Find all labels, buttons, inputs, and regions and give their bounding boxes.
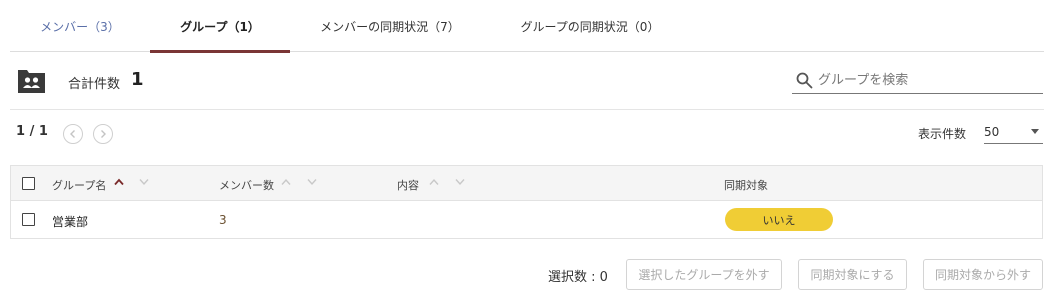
cell-member-count: 3: [219, 213, 227, 227]
header-member-count[interactable]: メンバー数: [219, 177, 274, 193]
dropdown-caret-icon: [1031, 129, 1039, 134]
sort-descending-icon[interactable]: [455, 178, 465, 186]
sort-ascending-icon[interactable]: [429, 178, 439, 186]
tab-group-sync-status[interactable]: グループの同期状況（0）: [490, 0, 690, 52]
per-page-select[interactable]: 50: [984, 120, 1043, 144]
sort-ascending-icon[interactable]: [114, 178, 124, 186]
tab-bar: メンバー（3） グループ（1） メンバーの同期状況（7） グループの同期状況（0…: [10, 0, 1044, 53]
select-all-checkbox[interactable]: [22, 177, 35, 190]
chevron-right-icon: [101, 130, 106, 138]
header-group-name[interactable]: グループ名: [52, 177, 106, 193]
selected-count: 選択数 : 0: [548, 270, 608, 285]
chevron-left-icon: [70, 130, 75, 138]
search-icon: [796, 72, 813, 89]
per-page-value: 50: [984, 124, 1000, 139]
per-page-label: 表示件数: [918, 127, 967, 141]
group-folder-icon: [18, 70, 45, 93]
tab-groups[interactable]: グループ（1）: [150, 0, 290, 53]
page-indicator: 1 / 1: [16, 124, 48, 139]
sync-status-badge: いいえ: [725, 208, 833, 231]
summary-bar: 合計件数 1: [10, 52, 1044, 110]
row-checkbox[interactable]: [22, 213, 35, 226]
sort-ascending-icon[interactable]: [281, 178, 291, 186]
remove-selected-groups-button[interactable]: 選択したグループを外す: [626, 259, 782, 290]
sort-descending-icon[interactable]: [307, 178, 317, 186]
header-content[interactable]: 内容: [397, 177, 419, 193]
group-search-input[interactable]: [818, 69, 1038, 91]
total-count-label: 合計件数: [68, 77, 121, 92]
group-table: グループ名 メンバー数 内容 同期対象 営業部 3 いいえ: [10, 165, 1043, 239]
tab-members[interactable]: メンバー（3）: [10, 0, 150, 52]
tab-member-sync-status[interactable]: メンバーの同期状況（7）: [290, 0, 490, 52]
group-search: [792, 66, 1043, 94]
table-header: グループ名 メンバー数 内容 同期対象: [11, 166, 1042, 201]
prev-page-button[interactable]: [63, 124, 83, 144]
table-row[interactable]: 営業部 3 いいえ: [11, 201, 1042, 238]
cell-group-name[interactable]: 営業部: [52, 213, 88, 230]
sort-descending-icon[interactable]: [139, 178, 149, 186]
next-page-button[interactable]: [93, 124, 113, 144]
header-sync-target: 同期対象: [724, 179, 768, 192]
unset-sync-target-button[interactable]: 同期対象から外す: [923, 259, 1043, 290]
total-count-value: 1: [131, 69, 144, 90]
set-sync-target-button[interactable]: 同期対象にする: [798, 259, 907, 290]
